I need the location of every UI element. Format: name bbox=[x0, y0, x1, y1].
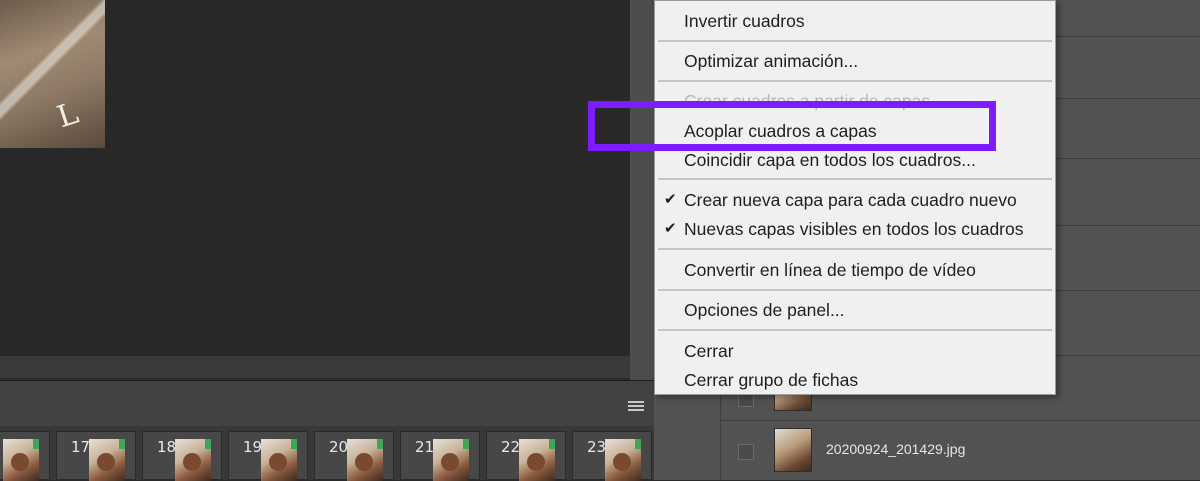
canvas-image: L bbox=[0, 0, 105, 148]
hamburger-menu-icon[interactable] bbox=[628, 401, 644, 413]
checkmark-icon: ✔ bbox=[664, 220, 677, 237]
menu-item-invertir-cuadros[interactable]: Invertir cuadros bbox=[655, 8, 1055, 34]
menu-item-label: Nuevas capas visibles en todos los cuadr… bbox=[684, 219, 1024, 239]
menu-item-label: Convertir en línea de tiempo de vídeo bbox=[684, 260, 976, 280]
frame-thumbnail bbox=[433, 439, 469, 481]
frame-number: 20 bbox=[329, 438, 349, 456]
timeline-panel-header bbox=[0, 380, 654, 427]
menu-item-cerrar[interactable]: Cerrar bbox=[655, 338, 1055, 364]
frame-number: 23 bbox=[587, 438, 607, 456]
menu-item-label: Invertir cuadros bbox=[684, 11, 805, 31]
frame-thumbnail bbox=[3, 439, 39, 481]
menu-item-label: Opciones de panel... bbox=[684, 300, 845, 320]
timeline-frame[interactable]: 20 bbox=[314, 431, 394, 481]
menu-item-label: Cerrar grupo de fichas bbox=[684, 370, 859, 390]
frame-number: 19 bbox=[243, 438, 263, 456]
menu-item-crear-nueva-capa[interactable]: ✔ Crear nueva capa para cada cuadro nuev… bbox=[655, 187, 1055, 213]
menu-separator bbox=[658, 329, 1052, 331]
menu-separator bbox=[658, 248, 1052, 250]
frame-number: 18 bbox=[157, 438, 177, 456]
timeline-frame[interactable]: 18 bbox=[142, 431, 222, 481]
menu-item-label: Crear nueva capa para cada cuadro nuevo bbox=[684, 190, 1017, 210]
frame-number: 21 bbox=[415, 438, 435, 456]
menu-item-nuevas-capas-visibles[interactable]: ✔ Nuevas capas visibles en todos los cua… bbox=[655, 216, 1055, 242]
menu-item-opciones-panel[interactable]: Opciones de panel... bbox=[655, 297, 1055, 323]
timeline-frame[interactable]: 19 bbox=[228, 431, 308, 481]
frame-thumbnail bbox=[347, 439, 383, 481]
panel-dock-strip bbox=[630, 0, 654, 380]
layer-visibility-toggle[interactable] bbox=[738, 444, 754, 460]
menu-separator bbox=[658, 40, 1052, 42]
checkmark-icon: ✔ bbox=[664, 191, 677, 208]
layer-name: 20200924_201429.jpg bbox=[826, 441, 966, 457]
timeline-panel-menu: Invertir cuadros Optimizar animación... … bbox=[654, 0, 1056, 395]
timeline-frame[interactable]: 17 bbox=[56, 431, 136, 481]
frame-number: 17 bbox=[71, 438, 91, 456]
timeline-frames: 17 18 19 20 21 22 23 bbox=[0, 426, 654, 481]
timeline-frame[interactable] bbox=[0, 431, 50, 481]
frame-thumbnail bbox=[605, 439, 641, 481]
menu-item-label: Optimizar animación... bbox=[684, 51, 859, 71]
menu-separator bbox=[658, 80, 1052, 82]
timeline-frame[interactable]: 21 bbox=[400, 431, 480, 481]
menu-item-cerrar-grupo[interactable]: Cerrar grupo de fichas bbox=[655, 367, 1055, 393]
frame-thumbnail bbox=[519, 439, 555, 481]
document-canvas[interactable]: L bbox=[0, 0, 630, 356]
highlight-annotation-box bbox=[588, 101, 996, 151]
frame-thumbnail bbox=[89, 439, 125, 481]
document-scrollbar[interactable] bbox=[0, 356, 630, 378]
layer-thumbnail bbox=[774, 428, 812, 472]
frame-thumbnail bbox=[175, 439, 211, 481]
menu-item-label: Coincidir capa en todos los cuadros... bbox=[684, 150, 976, 170]
menu-separator bbox=[658, 178, 1052, 180]
layer-row[interactable]: 20200924_201429.jpg bbox=[722, 422, 1200, 480]
menu-item-convertir-linea-tiempo[interactable]: Convertir en línea de tiempo de vídeo bbox=[655, 257, 1055, 283]
canvas-text-glyph: L bbox=[53, 95, 83, 136]
timeline-frame[interactable]: 22 bbox=[486, 431, 566, 481]
menu-separator bbox=[658, 289, 1052, 291]
layer-row-divider bbox=[720, 420, 1200, 421]
layers-panel-divider bbox=[720, 380, 721, 480]
timeline-frame[interactable]: 23 bbox=[572, 431, 652, 481]
menu-item-label: Cerrar bbox=[684, 341, 734, 361]
menu-item-optimizar-animacion[interactable]: Optimizar animación... bbox=[655, 48, 1055, 74]
frame-thumbnail bbox=[261, 439, 297, 481]
frame-number: 22 bbox=[501, 438, 521, 456]
